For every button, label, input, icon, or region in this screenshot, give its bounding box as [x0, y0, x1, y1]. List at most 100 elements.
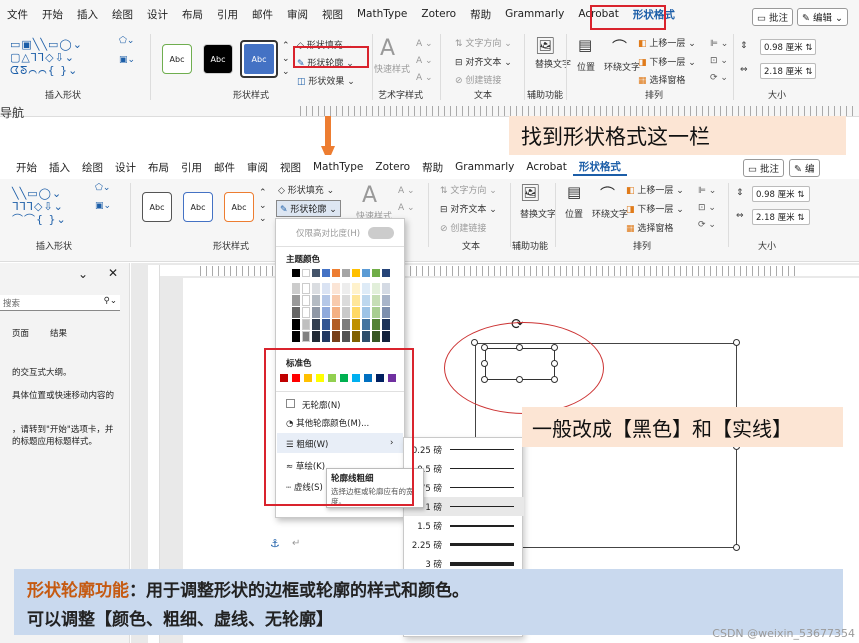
wordart-a-icon[interactable]: A — [380, 36, 395, 61]
high-contrast-toggle[interactable] — [368, 227, 394, 239]
theme-color-swatch[interactable] — [382, 319, 390, 330]
text-direction-button[interactable]: ⇅ 文字方向 ⌄ — [455, 36, 512, 49]
theme-color-swatch[interactable] — [332, 307, 340, 318]
text-direction-button-2[interactable]: ⇅ 文字方向 ⌄ — [440, 183, 497, 196]
theme-color-swatch[interactable] — [302, 295, 310, 306]
text-box-icon-2[interactable]: ▣⌄ — [95, 201, 111, 211]
edit-button[interactable]: ✎ 编辑 ⌄ — [797, 8, 848, 26]
theme-color-swatch[interactable] — [362, 269, 370, 277]
resize-handle[interactable] — [733, 339, 740, 346]
edit-shape-icon[interactable]: ⬠⌄ — [119, 36, 134, 46]
theme-color-swatch[interactable] — [352, 295, 360, 306]
theme-color-swatch[interactable] — [302, 283, 310, 294]
theme-color-swatch[interactable] — [362, 331, 370, 342]
theme-color-swatch[interactable] — [322, 283, 330, 294]
theme-color-swatch[interactable] — [332, 283, 340, 294]
theme-color-swatch[interactable] — [312, 331, 320, 342]
theme-color-swatch[interactable] — [302, 319, 310, 330]
quick-styles-button[interactable]: 快速样式 — [374, 62, 410, 75]
selection-pane-button-2[interactable]: ▦ 选择窗格 — [626, 221, 673, 234]
theme-color-swatch[interactable] — [322, 269, 330, 277]
theme-color-swatch[interactable] — [352, 319, 360, 330]
theme-color-swatch[interactable] — [302, 269, 310, 277]
theme-color-swatch[interactable] — [292, 269, 300, 277]
shape-fill-button-2[interactable]: ◇ 形状填充 ⌄ — [278, 183, 334, 196]
theme-color-swatch[interactable] — [332, 295, 340, 306]
weight-option[interactable]: 0.25 磅 — [404, 440, 524, 459]
tab-home-2[interactable]: 开始 — [0, 160, 43, 175]
style-preset-2-2[interactable]: Abc — [183, 192, 213, 222]
tab-mathtype-2[interactable]: MathType — [307, 161, 369, 173]
position-icon[interactable]: ▤ — [578, 36, 592, 54]
theme-color-swatch[interactable] — [352, 283, 360, 294]
wrap-text-button-2[interactable]: 环绕文字 — [592, 207, 628, 220]
theme-color-swatch[interactable] — [342, 269, 350, 277]
theme-color-swatch[interactable] — [322, 331, 330, 342]
edit-button-2[interactable]: ✎ 编 — [789, 159, 820, 177]
tab-file[interactable]: 文件 — [0, 7, 35, 22]
comment-button[interactable]: ▭ 批注 — [752, 8, 794, 26]
align-icons-2[interactable]: ⊫ ⌄ ⊡ ⌄ ⟳ ⌄ — [698, 183, 716, 234]
theme-color-swatch[interactable] — [342, 295, 350, 306]
tab-view-2[interactable]: 视图 — [274, 160, 307, 175]
theme-color-swatch[interactable] — [342, 319, 350, 330]
wordart-a-icon-2[interactable]: A — [362, 183, 377, 208]
wrap-text-icon-2[interactable]: ⌒ — [600, 183, 615, 204]
style-preset-2[interactable]: Abc — [203, 44, 233, 74]
alt-text-icon[interactable]: 🖼 — [535, 36, 555, 55]
theme-color-swatch[interactable] — [382, 295, 390, 306]
theme-color-swatch[interactable] — [292, 319, 300, 330]
tab-zotero[interactable]: Zotero — [414, 8, 463, 20]
shape-outline-button-2-active[interactable]: ✎ 形状轮廓 ⌄ — [276, 200, 341, 217]
theme-color-swatch[interactable] — [352, 331, 360, 342]
tab-insert-2[interactable]: 插入 — [43, 160, 76, 175]
style-preset-3-selected[interactable]: Abc — [240, 40, 278, 78]
width-field-2[interactable]: 2.18 厘米 ⇅ — [752, 209, 810, 225]
weight-option[interactable]: 2.25 磅 — [404, 535, 524, 554]
theme-color-swatch[interactable] — [332, 269, 340, 277]
send-backward-button-2[interactable]: ◨ 下移一层 ⌄ — [626, 202, 684, 215]
style-preset-2-1[interactable]: Abc — [142, 192, 172, 222]
tab-review[interactable]: 审阅 — [280, 7, 315, 22]
theme-color-swatch[interactable] — [342, 307, 350, 318]
theme-color-swatch[interactable] — [292, 331, 300, 342]
send-backward-button[interactable]: ◨ 下移一层 ⌄ — [638, 55, 696, 68]
tab-review-2[interactable]: 审阅 — [241, 160, 274, 175]
text-fill-outline-effects[interactable]: A ⌄ A ⌄ A ⌄ — [416, 36, 433, 87]
tab-pages[interactable]: 页面 — [12, 327, 29, 339]
theme-color-swatch[interactable] — [312, 295, 320, 306]
tab-layout[interactable]: 布局 — [175, 7, 210, 22]
tab-shape-format-2[interactable]: 形状格式 — [572, 159, 627, 176]
tab-insert[interactable]: 插入 — [70, 7, 105, 22]
tab-draw-2[interactable]: 绘图 — [76, 160, 109, 175]
theme-color-swatch[interactable] — [342, 283, 350, 294]
theme-color-swatch[interactable] — [292, 295, 300, 306]
tab-design-2[interactable]: 设计 — [109, 160, 142, 175]
create-link-button-2[interactable]: ⊘ 创建链接 — [440, 221, 486, 234]
comment-button-2[interactable]: ▭ 批注 — [743, 159, 785, 177]
tab-help[interactable]: 帮助 — [463, 7, 498, 22]
alt-text-icon-2[interactable]: 🖼 — [520, 183, 540, 202]
theme-color-swatch[interactable] — [362, 319, 370, 330]
theme-color-swatch[interactable] — [312, 319, 320, 330]
align-text-button[interactable]: ⊟ 对齐文本 ⌄ — [455, 55, 512, 68]
tab-layout-2[interactable]: 布局 — [142, 160, 175, 175]
theme-color-swatch[interactable] — [292, 283, 300, 294]
position-icon-2[interactable]: ▤ — [567, 183, 581, 201]
gallery-scroll[interactable]: ⌃ ⌄ ⌄ — [282, 40, 290, 79]
tab-mathtype[interactable]: MathType — [350, 8, 414, 20]
tab-draw[interactable]: 绘图 — [105, 7, 140, 22]
style-preset-2-3[interactable]: Abc — [224, 192, 254, 222]
width-field[interactable]: 2.18 厘米 ⇅ — [760, 63, 816, 79]
selection-pane-button[interactable]: ▦ 选择窗格 — [638, 73, 685, 86]
align-group-rotate-icons[interactable]: ⊫ ⌄ ⊡ ⌄ ⟳ ⌄ — [710, 36, 728, 87]
position-button[interactable]: 位置 — [577, 60, 595, 73]
theme-color-swatch[interactable] — [362, 283, 370, 294]
tab-grammarly[interactable]: Grammarly — [498, 8, 571, 20]
theme-color-swatch[interactable] — [312, 307, 320, 318]
tab-results[interactable]: 结果 — [50, 327, 67, 339]
position-button-2[interactable]: 位置 — [565, 207, 583, 220]
alt-text-button-2[interactable]: 替换文字 — [520, 207, 556, 220]
theme-color-swatch[interactable] — [332, 331, 340, 342]
tab-grammarly-2[interactable]: Grammarly — [449, 161, 520, 173]
